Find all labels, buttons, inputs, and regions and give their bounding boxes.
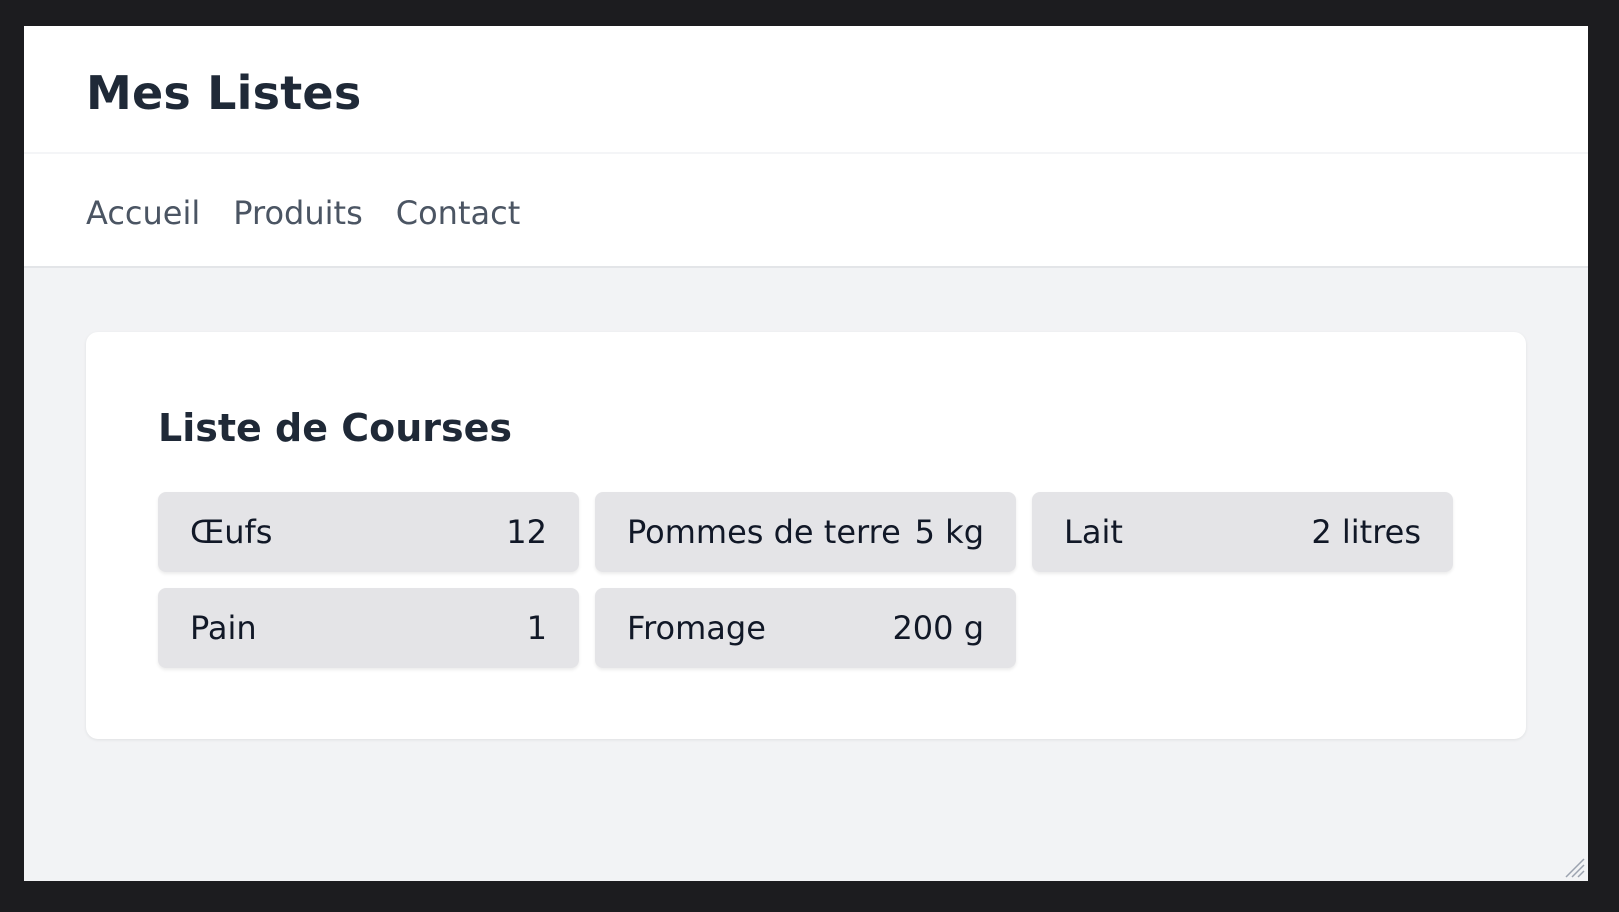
app-title: Mes Listes (86, 66, 362, 120)
item-quantity: 200 g (892, 609, 984, 647)
list-item[interactable]: Lait 2 litres (1032, 492, 1453, 572)
list-item[interactable]: Pommes de terre 5 kg (595, 492, 1016, 572)
list-grid: Œufs 12 Pommes de terre 5 kg Lait 2 litr… (158, 492, 1453, 668)
list-item[interactable]: Fromage 200 g (595, 588, 1016, 668)
list-item[interactable]: Œufs 12 (158, 492, 579, 572)
nav-link-produits[interactable]: Produits (233, 194, 362, 232)
list-item[interactable]: Pain 1 (158, 588, 579, 668)
site-header: Mes Listes Accueil Produits Contact (24, 26, 1588, 268)
main-nav: Accueil Produits Contact (86, 194, 520, 232)
browser-viewport: Mes Listes Accueil Produits Contact List… (24, 26, 1588, 881)
list-title: Liste de Courses (158, 406, 513, 450)
item-name: Fromage (627, 609, 766, 647)
item-quantity: 5 kg (914, 513, 984, 551)
nav-link-accueil[interactable]: Accueil (86, 194, 200, 232)
shopping-list-card: Liste de Courses Œufs 12 Pommes de terre… (86, 332, 1526, 739)
item-quantity: 12 (506, 513, 547, 551)
item-name: Lait (1064, 513, 1123, 551)
item-name: Pommes de terre (627, 513, 901, 551)
item-quantity: 1 (526, 609, 547, 647)
item-name: Œufs (190, 513, 273, 551)
resize-grip-icon[interactable] (1562, 855, 1586, 879)
item-quantity: 2 litres (1311, 513, 1421, 551)
header-divider (24, 152, 1588, 154)
item-name: Pain (190, 609, 257, 647)
nav-link-contact[interactable]: Contact (396, 194, 521, 232)
